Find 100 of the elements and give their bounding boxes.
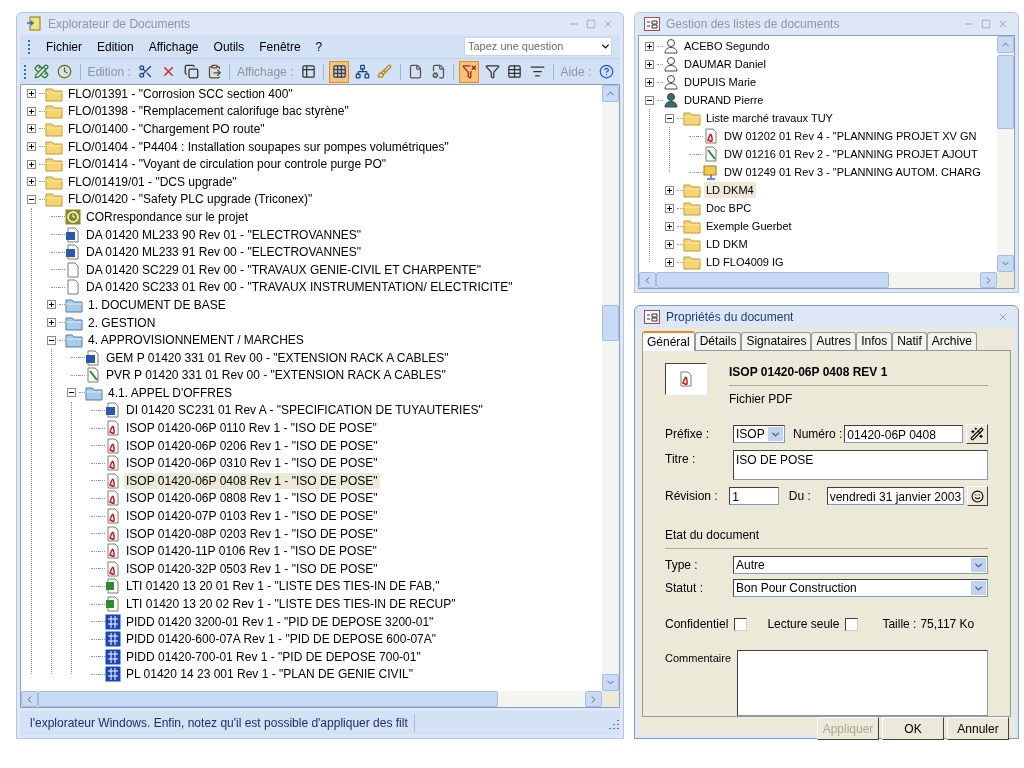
tree-item[interactable]: 1. DOCUMENT DE BASE xyxy=(86,296,228,313)
number-field[interactable]: 01420-06P 0408 xyxy=(844,425,963,443)
checkbox[interactable] xyxy=(734,617,748,631)
tree-item[interactable]: DA 01420 SC229 01 Rev 00 - "TRAVAUX GENIE-CIVIL ET CHARPENTE" xyxy=(84,261,483,278)
tree-item[interactable]: DW 01249 01 Rev 3 - "PLANNING AUTOM. CHARG xyxy=(722,164,983,180)
expand-toggle[interactable] xyxy=(665,221,674,231)
tree-item[interactable]: PIDD 01420-700-01 Rev 1 - "PID DE DEPOSE 700-01" xyxy=(124,648,423,665)
tab[interactable]: Natif xyxy=(892,332,927,350)
calendar-button[interactable] xyxy=(967,486,988,506)
expand-toggle[interactable] xyxy=(27,159,36,169)
tree-item[interactable]: ISOP 01420-06P 0408 Rev 1 - "ISO DE POSE" xyxy=(124,472,380,489)
menu-item[interactable]: Edition xyxy=(97,37,134,56)
expand-toggle[interactable] xyxy=(47,300,56,310)
tree-item[interactable]: PL 01420 14 23 001 Rev 1 - "PLAN DE GENIE CIVIL" xyxy=(124,666,415,683)
date-field[interactable]: vendredi 31 janvier 2003 xyxy=(826,487,965,505)
question-field[interactable]: Tapez une question xyxy=(464,37,612,56)
tree-item[interactable]: PIDD 01420-600-07A Rev 1 - "PID DE DEPOSE 600-07A" xyxy=(124,631,438,648)
tab[interactable]: Archive xyxy=(926,332,977,350)
dialog-button[interactable]: OK xyxy=(882,717,944,740)
tree-item[interactable]: LD FLO4009 IG xyxy=(704,254,786,270)
expand-toggle[interactable] xyxy=(645,59,654,69)
tree-item[interactable]: GEM P 01420 331 01 Rev 00 - "EXTENSION RACK A CABLES" xyxy=(104,349,451,366)
tab[interactable]: Général xyxy=(642,331,695,351)
expand-toggle[interactable] xyxy=(47,335,56,345)
expand-toggle[interactable] xyxy=(645,95,654,105)
expand-toggle[interactable] xyxy=(67,388,76,398)
menu-item[interactable]: ? xyxy=(315,37,323,56)
tree-item[interactable]: Liste marché travaux TUY xyxy=(704,110,835,126)
tree-item[interactable]: FLO/01398 - "Remplacement calorifuge bac styrène" xyxy=(66,103,351,120)
tree-item[interactable]: 4.1. APPEL D'OFFRES xyxy=(106,384,234,401)
tree-item[interactable]: DI 01420 SC231 01 Rev A - "SPECIFICATION DE TUYAUTERIES" xyxy=(124,402,485,419)
tree-item[interactable]: FLO/01420 - "Safety PLC upgrade (Triconex)" xyxy=(66,191,315,208)
expand-toggle[interactable] xyxy=(665,185,674,195)
tree-item[interactable]: FLO/01419/01 - "DCS upgrade" xyxy=(66,173,239,190)
status-dropdown[interactable]: Bon Pour Construction xyxy=(733,579,988,597)
tree-item[interactable]: PVR P 01420 331 01 Rev 00 - "EXTENSION RACK A CABLES" xyxy=(104,367,448,384)
prefix-dropdown[interactable]: ISOP xyxy=(733,425,785,443)
expand-toggle[interactable] xyxy=(665,257,674,267)
tree-item[interactable]: Exemple Guerbet xyxy=(704,218,794,234)
tree-item[interactable]: FLO/01400 - "Chargement PO route" xyxy=(66,121,267,137)
dialog-button[interactable]: Annuler xyxy=(947,717,1009,740)
expand-toggle[interactable] xyxy=(27,177,36,187)
menu-item[interactable]: Fenêtre xyxy=(259,37,301,56)
tree-item[interactable]: FLO/01414 - "Voyant de circulation pour controle purge PO" xyxy=(66,156,389,173)
tab[interactable]: Détails xyxy=(694,332,742,350)
expand-toggle[interactable] xyxy=(27,89,36,99)
scrollbar-track[interactable] xyxy=(21,691,619,707)
tree-item[interactable]: DA 01420 SC233 01 Rev 00 - "TRAVAUX INSTRUMENTATION/ ELECTRICITE" xyxy=(84,279,515,296)
checkbox[interactable] xyxy=(845,617,859,631)
tree-item[interactable]: ISOP 01420-08P 0203 Rev 1 - "ISO DE POSE" xyxy=(124,525,380,542)
generate-button[interactable] xyxy=(966,424,988,444)
toolbar-button[interactable] xyxy=(459,60,480,83)
comment-field[interactable] xyxy=(737,650,988,716)
menu-item[interactable]: Outils xyxy=(213,37,245,56)
tree-item[interactable]: 4. APPROVISIONNEMENT / MARCHES xyxy=(86,332,306,349)
scroll-thumb[interactable] xyxy=(656,272,889,288)
tree-item[interactable]: DA 01420 ML233 91 Rev 00 - "ELECTROVANNES" xyxy=(84,244,364,261)
scrollbar-track[interactable] xyxy=(639,272,1014,288)
tree-item[interactable]: 2. GESTION xyxy=(86,314,158,331)
tree-item[interactable]: ISOP 01420-06P 0808 Rev 1 - "ISO DE POSE" xyxy=(124,490,380,507)
tree-item[interactable]: ACEBO Segundo xyxy=(682,38,772,54)
tree-item[interactable]: ISOP 01420-06P 0110 Rev 1 - "ISO DE POSE" xyxy=(124,420,379,437)
expand-toggle[interactable] xyxy=(645,41,654,51)
scroll-thumb[interactable] xyxy=(602,305,619,341)
tree-item[interactable]: LTI 01420 13 20 02 Rev 1 - "LISTE DES TIES-IN DE RECUP" xyxy=(124,596,458,612)
tree-item[interactable]: DUPUIS Marie xyxy=(682,74,759,90)
expand-toggle[interactable] xyxy=(47,318,56,327)
expand-toggle[interactable] xyxy=(27,194,36,204)
expand-toggle[interactable] xyxy=(665,113,674,123)
tree-item[interactable]: PIDD 01420 3200-01 Rev 1 - "PID DE DEPOSE 3200-01" xyxy=(124,613,436,630)
expand-toggle[interactable] xyxy=(27,142,36,152)
expand-toggle[interactable] xyxy=(665,203,674,213)
expand-toggle[interactable] xyxy=(645,77,654,87)
menu-item[interactable]: Fichier xyxy=(46,37,82,56)
tab[interactable]: Signataires xyxy=(741,332,812,350)
type-dropdown[interactable]: Autre xyxy=(733,556,988,574)
menu-item[interactable]: Affichage xyxy=(148,37,199,56)
tree-item[interactable]: ISOP 01420-11P 0106 Rev 1 - "ISO DE POSE" xyxy=(124,543,379,560)
expand-toggle[interactable] xyxy=(27,124,36,134)
tree-item[interactable]: FLO/01404 - "P4404 : Installation soupapes sur pompes volumétriques" xyxy=(66,138,451,155)
tree-item[interactable]: FLO/01391 - "Corrosion SCC section 400" xyxy=(66,85,295,102)
scroll-thumb[interactable] xyxy=(38,691,498,707)
tab[interactable]: Autres xyxy=(811,332,857,350)
expand-toggle[interactable] xyxy=(665,239,674,249)
tree-item[interactable]: DAUMAR Daniel xyxy=(682,56,768,72)
tree-item[interactable]: DA 01420 ML233 90 Rev 01 - "ELECTROVANNES" xyxy=(84,226,364,243)
toolbar-button[interactable] xyxy=(329,60,350,83)
scroll-thumb[interactable] xyxy=(997,55,1014,129)
expand-toggle[interactable] xyxy=(27,106,36,116)
tree-item[interactable]: ISOP 01420-07P 0103 Rev 1 - "ISO DE POSE" xyxy=(124,508,380,525)
tree-item[interactable]: DW 01216 01 Rev 2 - "PLANNING PROJET AJOUT xyxy=(722,146,980,162)
tree-item[interactable]: LD DKM xyxy=(704,236,750,252)
tree-item[interactable]: CORrespondance sur le projet xyxy=(84,208,251,225)
tree-item[interactable]: DW 01202 01 Rev 4 - "PLANNING PROJET XV GN xyxy=(722,128,979,144)
tree-item[interactable]: LD DKM4 xyxy=(704,182,756,198)
tree-item[interactable]: ISOP 01420-32P 0503 Rev 1 - "ISO DE POSE" xyxy=(124,560,380,577)
tab[interactable]: Infos xyxy=(856,332,893,350)
tree-item[interactable]: LTI 01420 13 20 01 Rev 1 - "LISTE DES TIES-IN DE FAB," xyxy=(124,578,442,595)
tree-item[interactable]: ISOP 01420-06P 0206 Rev 1 - "ISO DE POSE" xyxy=(124,437,380,454)
tree-item[interactable]: ISOP 01420-06P 0310 Rev 1 - "ISO DE POSE" xyxy=(124,455,380,472)
